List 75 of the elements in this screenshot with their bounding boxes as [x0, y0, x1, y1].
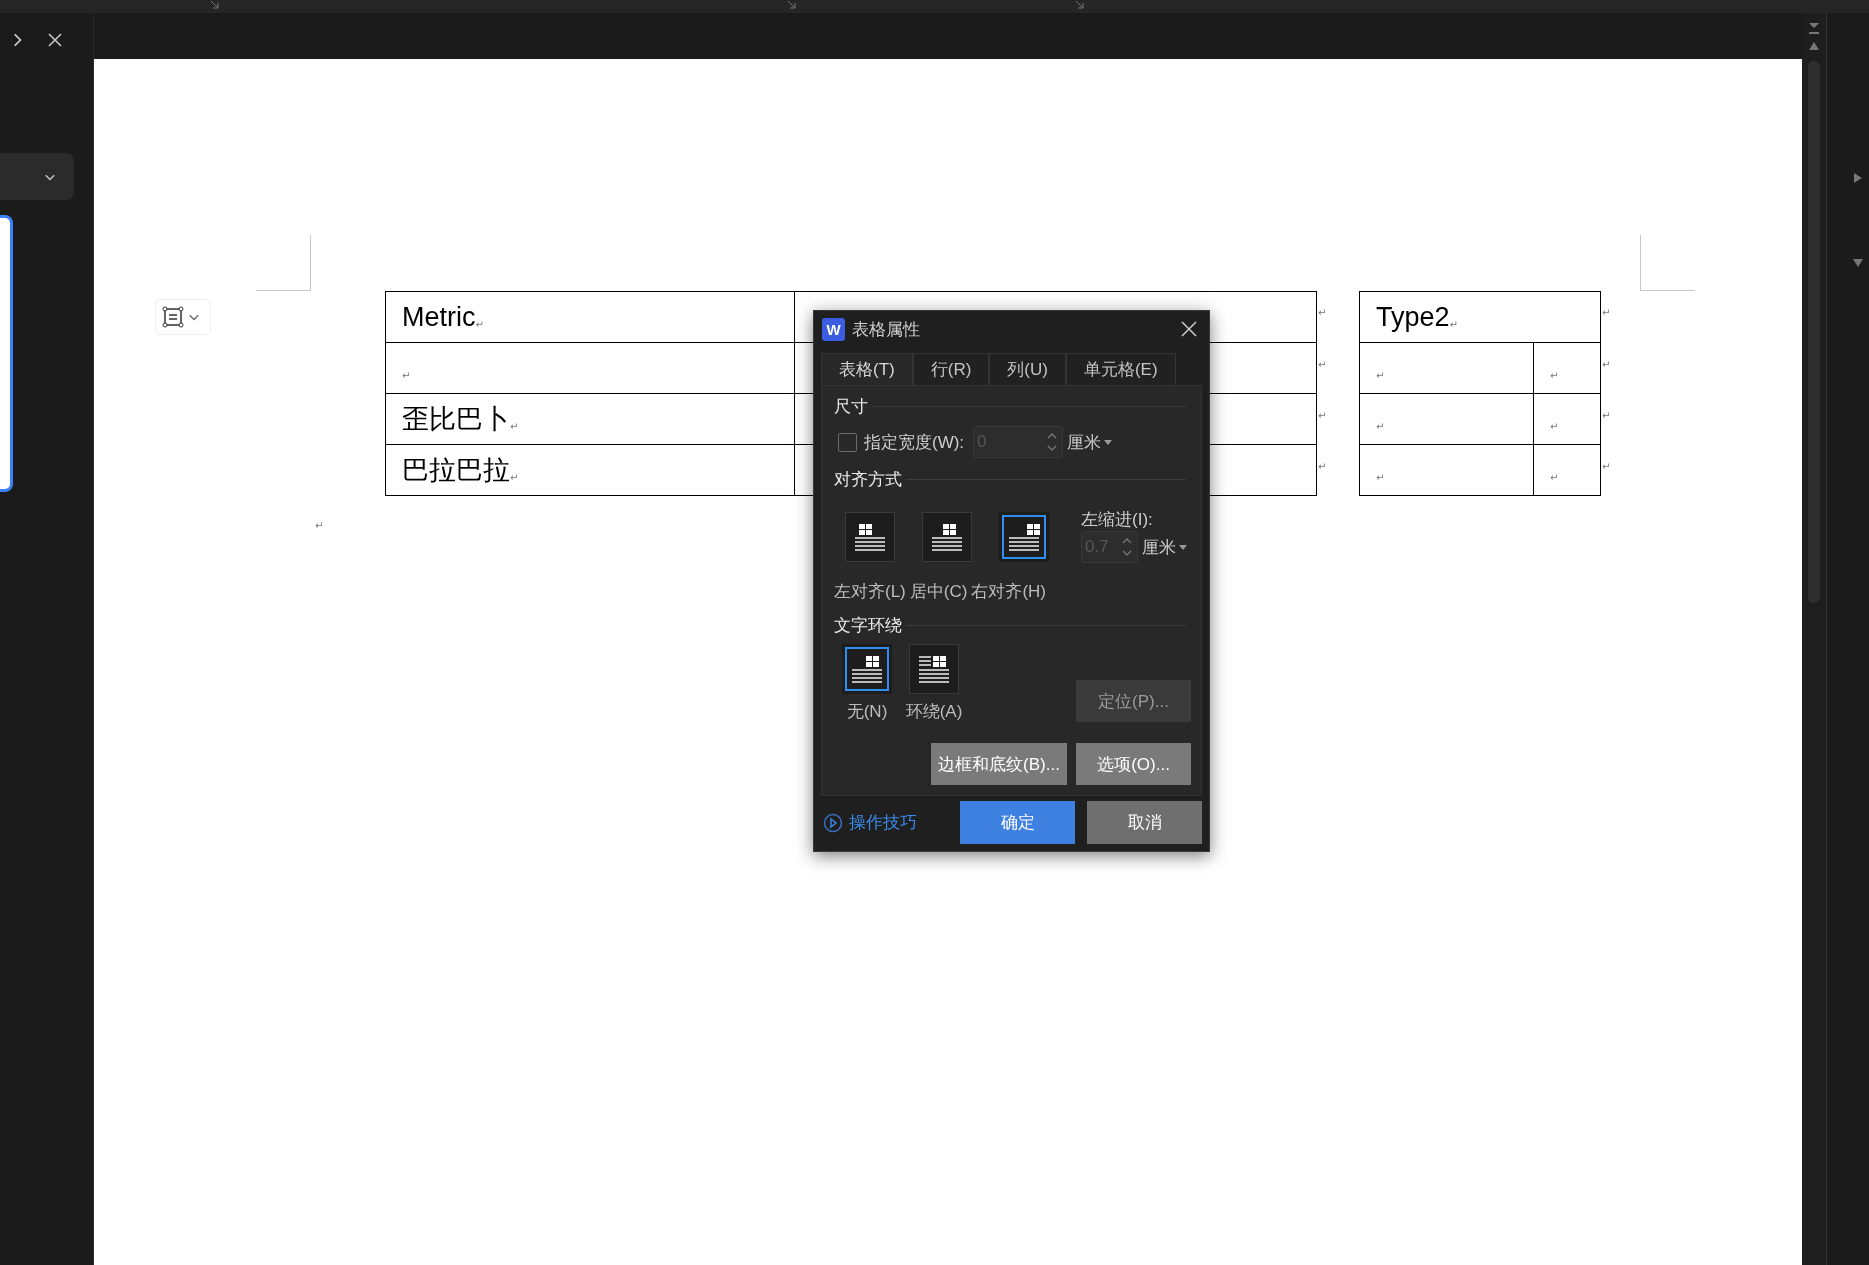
expand-arrow-icon — [1853, 173, 1863, 183]
checkbox-label: 指定宽度(W): — [864, 431, 965, 454]
cell-text: Metric — [402, 303, 476, 331]
expand-corner-icon[interactable] — [1075, 0, 1085, 10]
tips-link[interactable]: 操作技巧 — [823, 811, 917, 834]
option-label: 左对齐(L) — [834, 580, 906, 603]
paragraph-mark: ↵ — [1550, 369, 1559, 381]
alignment-option[interactable] — [845, 511, 895, 562]
caret-icon — [1104, 439, 1113, 445]
paragraph-mark: ↵ — [510, 471, 519, 483]
unit-dropdown[interactable]: 厘米 — [1067, 430, 1113, 454]
paragraph-mark: ↵ — [315, 520, 324, 531]
table-layout-icon — [852, 521, 888, 552]
cell-text: Type2 — [1376, 303, 1450, 331]
table-frame-icon — [162, 306, 184, 328]
crop-mark — [256, 235, 311, 291]
paragraph-mark: ↵ — [510, 420, 519, 432]
paragraph-mark: ↵ — [1376, 420, 1385, 432]
cell-text: 歪比巴卜 — [402, 405, 510, 433]
alignment-option[interactable] — [999, 511, 1049, 562]
dialog-button[interactable]: 边框和底纹(B)... — [931, 743, 1067, 785]
cancel-button[interactable]: 取消 — [1087, 801, 1202, 844]
table-layout-icon — [929, 521, 965, 552]
section-heading: 对齐方式 — [834, 468, 902, 491]
paragraph-mark: ↵ — [475, 318, 484, 330]
dialog-title: 表格属性 — [852, 318, 921, 341]
close-icon — [1181, 321, 1197, 337]
dialog-button[interactable]: 选项(O)... — [1076, 743, 1191, 785]
paragraph-mark: ↵ — [1376, 369, 1385, 381]
paragraph-mark: ↵ — [1550, 471, 1559, 483]
row-end-mark: ↵ — [1317, 306, 1328, 320]
checkbox[interactable] — [838, 432, 857, 452]
text-wrap-icon — [916, 654, 952, 684]
card[interactable] — [0, 215, 13, 492]
row-end-mark: ↵ — [1317, 460, 1328, 474]
row-end-mark: ↵ — [1601, 358, 1612, 372]
scroll-top-icon[interactable] — [1809, 23, 1819, 35]
caret-icon — [1179, 544, 1187, 550]
option-label: 无(N) — [846, 701, 888, 723]
row-end-mark: ↵ — [1601, 306, 1612, 320]
ok-button[interactable]: 确定 — [960, 801, 1075, 844]
unit-dropdown[interactable]: 厘米 — [1142, 535, 1187, 559]
paragraph-mark: ↵ — [1376, 471, 1385, 483]
tab[interactable]: 单元格(E) — [1065, 353, 1176, 385]
scroll-up-icon — [1809, 41, 1819, 51]
table-layout-icon — [1006, 521, 1042, 552]
collapse-arrow-icon — [1853, 258, 1863, 268]
app-logo: W — [822, 317, 845, 341]
option-label: 环绕(A) — [905, 701, 963, 723]
tab[interactable]: 列(U) — [989, 353, 1066, 385]
paragraph-mark: ↵ — [1449, 318, 1458, 330]
option-label: 右对齐(H) — [971, 580, 1046, 603]
paragraph-mark: ↵ — [402, 369, 411, 381]
table-layout-icon — [849, 654, 885, 684]
tab[interactable]: 行(R) — [912, 353, 990, 385]
play-circle-icon — [823, 812, 843, 833]
row-end-mark: ↵ — [1601, 409, 1612, 423]
close-icon[interactable] — [47, 32, 63, 48]
alignment-option[interactable] — [922, 511, 972, 562]
option-label: 居中(C) — [909, 580, 968, 603]
wrap-option[interactable] — [842, 644, 892, 694]
tab[interactable]: 表格(T) — [821, 353, 913, 385]
expand-corner-icon[interactable] — [210, 0, 220, 10]
row-end-mark: ↵ — [1601, 460, 1612, 474]
cell-text: 巴拉巴拉 — [402, 456, 510, 484]
row-end-mark: ↵ — [1317, 358, 1328, 372]
expand-corner-icon[interactable] — [787, 0, 797, 10]
section-heading: 尺寸 — [834, 395, 868, 418]
row-end-mark: ↵ — [1317, 409, 1328, 423]
section-heading: 文字环绕 — [834, 614, 902, 637]
paragraph-mark: ↵ — [1550, 420, 1559, 432]
wrap-option[interactable] — [909, 644, 959, 694]
table-handle[interactable] — [155, 299, 211, 335]
crop-mark — [1640, 235, 1695, 291]
indent-label: 左缩进(I): — [1081, 509, 1154, 531]
